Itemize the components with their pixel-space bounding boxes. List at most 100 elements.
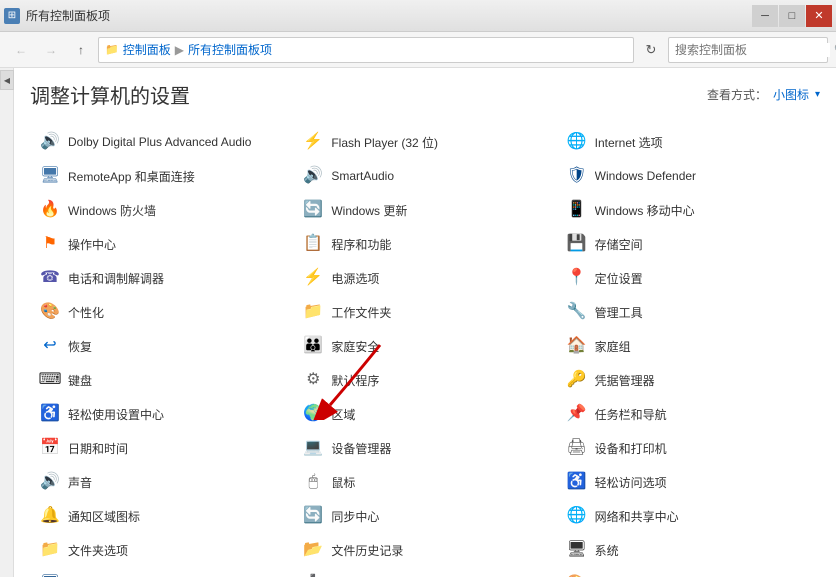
cp-label-homegroup: 家庭组 <box>595 338 631 355</box>
cp-item-update[interactable]: 🔄 Windows 更新 <box>293 193 556 227</box>
address-path: 控制面板 ▶ 所有控制面板项 <box>123 41 272 58</box>
cp-item-keyboard[interactable]: ⌨键盘 <box>30 363 293 397</box>
cp-item-color[interactable]: 🎨颜色管理 <box>557 567 820 577</box>
cp-item-location[interactable]: 📍定位设置 <box>557 261 820 295</box>
cp-item-action[interactable]: ⚑操作中心 <box>30 227 293 261</box>
items-grid: 🔊Dolby Digital Plus Advanced Audio⚡Flash… <box>30 125 820 577</box>
cp-item-admin[interactable]: 🔧管理工具 <box>557 295 820 329</box>
phone-icon: ☎ <box>38 266 62 290</box>
close-button[interactable]: ✕ <box>806 5 832 27</box>
cp-item-phone[interactable]: ☎ 电话和调制解调器 <box>30 261 293 295</box>
back-button[interactable]: ← <box>8 37 34 63</box>
cp-label-internet: Internet 选项 <box>595 134 663 151</box>
addfeature-icon: ➕ <box>301 572 325 577</box>
cp-item-filehistory[interactable]: 📂文件历史记录 <box>293 533 556 567</box>
view-chevron[interactable]: ▾ <box>815 89 820 100</box>
update-icon: 🔄 <box>301 198 325 222</box>
cp-label-devmgr: 设备管理器 <box>331 440 391 457</box>
cp-item-mobile[interactable]: 📱Windows 移动中心 <box>557 193 820 227</box>
cp-item-display[interactable]: 🖥显示 <box>30 567 293 577</box>
nav-bar: ← → ↑ 📁 控制面板 ▶ 所有控制面板项 ↻ 🔍 <box>0 32 836 68</box>
left-nav-strip: ◀ <box>0 68 14 577</box>
cp-item-recover[interactable]: ↩恢复 <box>30 329 293 363</box>
cp-item-mouse[interactable]: 🖱鼠标 <box>293 465 556 499</box>
cp-label-flash: Flash Player (32 位) <box>331 134 438 151</box>
taskbar-icon: 📌 <box>565 402 589 426</box>
cp-item-credential[interactable]: 🔑凭据管理器 <box>557 363 820 397</box>
cp-item-network[interactable]: 🌐网络和共享中心 <box>557 499 820 533</box>
personalize-icon: 🎨 <box>38 300 62 324</box>
up-button[interactable]: ↑ <box>68 37 94 63</box>
cp-item-firewall[interactable]: 🔥Windows 防火墙 <box>30 193 293 227</box>
cp-label-credential: 凭据管理器 <box>595 372 655 389</box>
cp-item-ease[interactable]: ♿轻松使用设置中心 <box>30 397 293 431</box>
forward-button[interactable]: → <box>38 37 64 63</box>
cp-item-remote[interactable]: 🖥RemoteApp 和桌面连接 <box>30 159 293 193</box>
cp-label-remote: RemoteApp 和桌面连接 <box>68 168 195 185</box>
action-icon: ⚑ <box>38 232 62 256</box>
cp-label-mouse: 鼠标 <box>331 474 355 491</box>
cp-label-workfolder: 工作文件夹 <box>331 304 391 321</box>
cp-item-devmgr[interactable]: 💻设备管理器 <box>293 431 556 465</box>
window: ⊞ 所有控制面板项 ─ □ ✕ ← → ↑ 📁 控制面板 ▶ 所有控制面板项 ↻… <box>0 0 836 577</box>
homegroup-icon: 🏠 <box>565 334 589 358</box>
cp-item-region[interactable]: 🌍区域 <box>293 397 556 431</box>
cp-item-workfolder[interactable]: 📁工作文件夹 <box>293 295 556 329</box>
cp-item-family[interactable]: 👪家庭安全 <box>293 329 556 363</box>
cp-item-dolby[interactable]: 🔊Dolby Digital Plus Advanced Audio <box>30 125 293 159</box>
cp-item-sync[interactable]: 🔄同步中心 <box>293 499 556 533</box>
cp-item-devices[interactable]: 🖨设备和打印机 <box>557 431 820 465</box>
easyaccess-icon: ♿ <box>565 470 589 494</box>
left-nav-button[interactable]: ◀ <box>0 70 14 90</box>
color-icon: 🎨 <box>565 572 589 577</box>
internet-icon: 🌐 <box>565 130 589 154</box>
cp-item-internet[interactable]: 🌐 Internet 选项 <box>557 125 820 159</box>
notify-icon: 🔔 <box>38 504 62 528</box>
view-mode-link[interactable]: 小图标 <box>773 86 809 103</box>
smart-icon: 🔊 <box>301 164 325 188</box>
cp-item-smart[interactable]: 🔊SmartAudio <box>293 159 556 193</box>
cp-item-default[interactable]: ⚙默认程序 <box>293 363 556 397</box>
cp-label-recover: 恢复 <box>68 338 92 355</box>
cp-label-phone: 电话和调制解调器 <box>68 270 164 287</box>
minimize-button[interactable]: ─ <box>752 5 778 27</box>
cp-item-programs[interactable]: 📋程序和功能 <box>293 227 556 261</box>
dolby-icon: 🔊 <box>38 130 62 154</box>
datetime-icon: 📅 <box>38 436 62 460</box>
cp-item-storage[interactable]: 💾存储空间 <box>557 227 820 261</box>
address-icon: 📁 <box>105 43 119 56</box>
address-part-1[interactable]: 控制面板 <box>123 41 171 58</box>
refresh-button[interactable]: ↻ <box>638 37 664 63</box>
address-bar[interactable]: 📁 控制面板 ▶ 所有控制面板项 <box>98 37 634 63</box>
address-separator: ▶ <box>175 43 184 57</box>
cp-item-addfeature[interactable]: ➕向 Windows 8.1 添加功能 <box>293 567 556 577</box>
cp-item-flash[interactable]: ⚡Flash Player (32 位) <box>293 125 556 159</box>
cp-item-sound[interactable]: 🔊声音 <box>30 465 293 499</box>
title-bar: ⊞ 所有控制面板项 ─ □ ✕ <box>0 0 836 32</box>
view-options: 查看方式： 小图标 ▾ <box>707 86 820 103</box>
cp-label-location: 定位设置 <box>595 270 643 287</box>
cp-item-defender[interactable]: 🛡Windows Defender <box>557 159 820 193</box>
cp-item-taskbar[interactable]: 📌任务栏和导航 <box>557 397 820 431</box>
cp-item-personalize[interactable]: 🎨个性化 <box>30 295 293 329</box>
cp-label-keyboard: 键盘 <box>68 372 92 389</box>
cp-label-easyaccess: 轻松访问选项 <box>595 474 667 491</box>
filehistory-icon: 📂 <box>301 538 325 562</box>
restore-button[interactable]: □ <box>779 5 805 27</box>
address-part-2[interactable]: 所有控制面板项 <box>188 41 272 58</box>
cp-label-notify: 通知区域图标 <box>68 508 140 525</box>
mobile-icon: 📱 <box>565 198 589 222</box>
cp-label-ease: 轻松使用设置中心 <box>68 406 164 423</box>
cp-item-easyaccess[interactable]: ♿ 轻松访问选项 <box>557 465 820 499</box>
cp-label-default: 默认程序 <box>331 372 379 389</box>
cp-item-notify[interactable]: 🔔 通知区域图标 <box>30 499 293 533</box>
cp-item-datetime[interactable]: 📅日期和时间 <box>30 431 293 465</box>
cp-item-power[interactable]: ⚡电源选项 <box>293 261 556 295</box>
cp-item-system[interactable]: 🖥系统 <box>557 533 820 567</box>
cp-label-defender: Windows Defender <box>595 169 696 183</box>
cp-item-folder[interactable]: 📁文件夹选项 <box>30 533 293 567</box>
cp-label-update: Windows 更新 <box>331 202 407 219</box>
cp-item-homegroup[interactable]: 🏠 家庭组 <box>557 329 820 363</box>
title-bar-left: ⊞ 所有控制面板项 <box>4 7 110 24</box>
search-input[interactable] <box>675 43 830 57</box>
